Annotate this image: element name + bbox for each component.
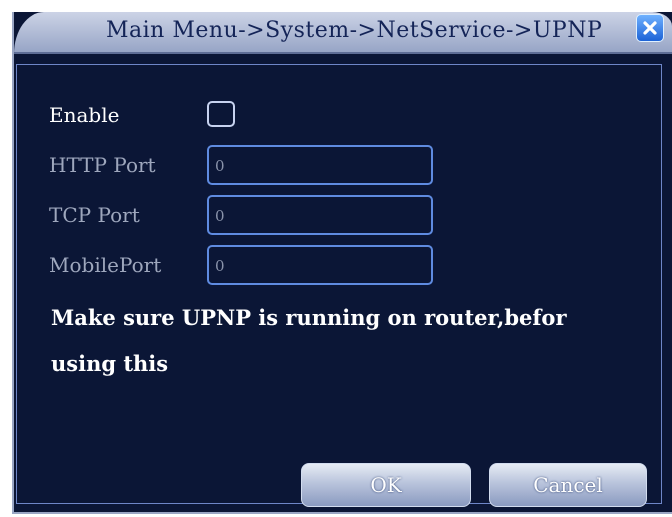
enable-checkbox[interactable] — [207, 101, 235, 127]
http-port-label: HTTP Port — [49, 153, 156, 177]
cancel-button[interactable]: Cancel — [489, 463, 647, 507]
title-bar: Main Menu->System->NetService->UPNP — [14, 12, 672, 54]
mobile-port-field[interactable]: 0 — [207, 245, 433, 285]
breadcrumb-title: Main Menu->System->NetService->UPNP — [106, 18, 603, 43]
upnp-notice-line1: Make sure UPNP is running on router,befo… — [51, 305, 567, 330]
close-button[interactable] — [636, 14, 664, 42]
mobile-port-label: MobilePort — [49, 253, 162, 277]
tcp-port-label: TCP Port — [49, 203, 140, 227]
dialog-body: Enable HTTP Port 0 TCP Port 0 MobilePort… — [16, 64, 662, 507]
enable-label: Enable — [49, 103, 120, 127]
ok-button[interactable]: OK — [301, 463, 471, 507]
http-port-field[interactable]: 0 — [207, 145, 433, 185]
tcp-port-field[interactable]: 0 — [207, 195, 433, 235]
upnp-notice-line2: using this — [51, 351, 169, 376]
upnp-dialog: Main Menu->System->NetService->UPNP Enab… — [12, 12, 672, 514]
close-icon — [643, 21, 657, 35]
